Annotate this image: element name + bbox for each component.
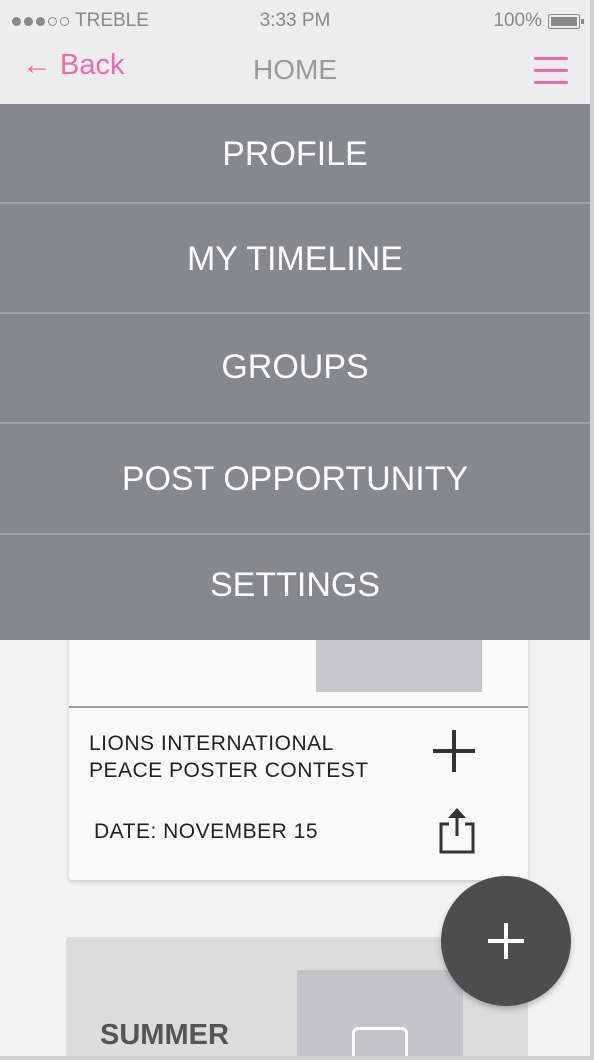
fab-plus-icon	[488, 923, 524, 959]
card-title-line2: PEACE POSTER CONTEST	[89, 759, 369, 782]
battery-percent: 100%	[493, 10, 542, 31]
menu-item-settings[interactable]: SETTINGS	[0, 535, 590, 640]
battery-group: 100%	[493, 10, 584, 32]
phone-screen: TREBLE 3:33 PM 100% ← Back HOME LIONS IN…	[0, 0, 594, 1060]
card-divider	[69, 706, 528, 708]
card-title-line1: LIONS INTERNATIONAL	[89, 732, 334, 755]
card-image-placeholder	[316, 640, 482, 692]
nav-bar: ← Back HOME	[0, 40, 590, 104]
card-date: DATE: NOVEMBER 15	[94, 820, 318, 843]
image-icon	[352, 1027, 408, 1056]
battery-icon	[548, 13, 584, 29]
share-icon[interactable]	[437, 806, 477, 854]
add-fab-button[interactable]	[441, 876, 571, 1006]
menu-item-groups[interactable]: GROUPS	[0, 314, 590, 424]
dropdown-menu: PROFILE MY TIMELINE GROUPS POST OPPORTUN…	[0, 104, 590, 640]
opportunity-card[interactable]: LIONS INTERNATIONAL PEACE POSTER CONTEST…	[69, 620, 528, 880]
status-bar: TREBLE 3:33 PM 100%	[0, 0, 590, 40]
menu-item-my-timeline[interactable]: MY TIMELINE	[0, 204, 590, 314]
plus-icon[interactable]	[431, 728, 477, 774]
menu-item-post-opportunity[interactable]: POST OPPORTUNITY	[0, 424, 590, 535]
menu-item-profile[interactable]: PROFILE	[0, 104, 590, 204]
card2-title: SUMMER	[100, 1019, 229, 1051]
hamburger-icon[interactable]	[534, 57, 568, 85]
card-title: LIONS INTERNATIONAL PEACE POSTER CONTEST	[89, 730, 409, 784]
page-title: HOME	[253, 54, 337, 85]
